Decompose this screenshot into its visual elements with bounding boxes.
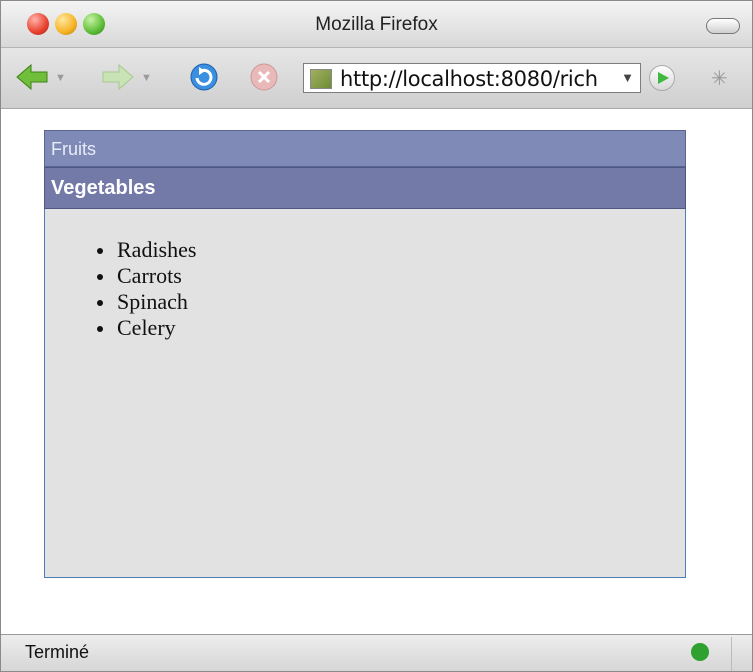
list-item-label: Radishes [117,237,197,262]
go-arrow-icon[interactable] [649,65,675,91]
navigation-toolbar: ▼ ▼ http://localhost:8080/rich ▼ ✳ [1,48,752,109]
back-arrow-icon[interactable] [15,62,49,92]
page-content: Fruits Vegetables Radishes Carrots Spina… [1,109,752,637]
toolbar-toggle-button[interactable] [706,18,740,34]
accordion-header-fruits[interactable]: Fruits [44,130,686,167]
accordion: Fruits Vegetables Radishes Carrots Spina… [44,130,686,578]
back-history-dropdown-icon[interactable]: ▼ [55,72,66,84]
bullet-icon [97,300,103,306]
reload-icon[interactable] [187,62,221,92]
list-item-label: Carrots [117,263,182,288]
loading-throbber-icon: ✳ [711,68,728,90]
stop-icon[interactable] [247,62,281,92]
status-text: Terminé [25,642,90,662]
forward-history-dropdown-icon[interactable]: ▼ [141,72,152,84]
url-history-dropdown-icon[interactable]: ▼ [621,70,634,85]
security-ok-icon[interactable] [691,643,709,661]
title-bar: Mozilla Firefox [1,1,752,48]
browser-window: Mozilla Firefox ▼ ▼ http://localhost:808… [0,0,753,672]
bullet-icon [97,326,103,332]
vegetable-list: Radishes Carrots Spinach Celery [95,237,196,341]
window-title: Mozilla Firefox [315,14,438,35]
bullet-icon [97,248,103,254]
site-favicon-icon [310,69,332,89]
list-item-label: Celery [117,315,176,340]
list-item: Spinach [95,289,196,315]
bullet-icon [97,274,103,280]
accordion-panel-vegetables: Radishes Carrots Spinach Celery [44,209,686,578]
forward-arrow-icon[interactable] [101,62,135,92]
resize-grip-icon[interactable] [731,637,752,671]
url-bar[interactable]: http://localhost:8080/rich ▼ [303,63,641,93]
list-item-label: Spinach [117,289,188,314]
list-item: Celery [95,315,196,341]
status-bar: Terminé [1,634,752,671]
url-text[interactable]: http://localhost:8080/rich [340,67,610,91]
list-item: Carrots [95,263,196,289]
accordion-header-vegetables[interactable]: Vegetables [44,167,686,209]
list-item: Radishes [95,237,196,263]
